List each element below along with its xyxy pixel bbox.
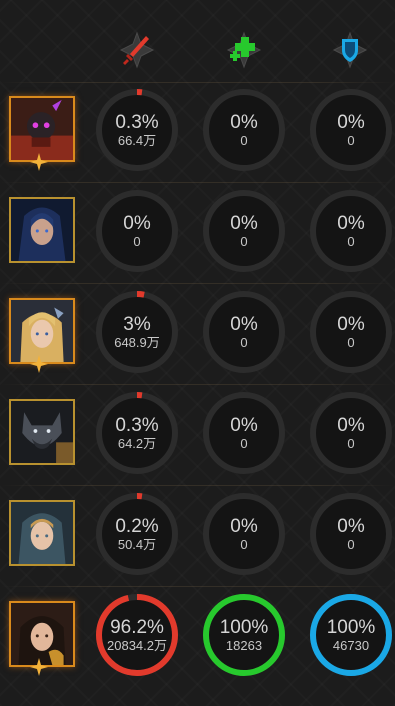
tank-percent: 0% (337, 516, 365, 537)
damage-ring: 0.3% 64.2万 (95, 391, 179, 475)
shield-icon (332, 31, 368, 69)
damage-ring: 96.2% 20834.2万 (95, 593, 179, 677)
damage-value: 20834.2万 (107, 638, 167, 653)
star-rank-icon (30, 153, 48, 171)
werewolf-portrait (11, 401, 73, 463)
damage-value: 64.2万 (117, 436, 157, 451)
tank-ring: 0% 0 (309, 189, 393, 273)
row-divider (0, 182, 395, 183)
heal-percent: 0% (230, 112, 258, 133)
tank-ring: 100% 46730 (309, 593, 393, 677)
heal-ring: 0% 0 (202, 189, 286, 273)
tank-value: 0 (347, 537, 355, 552)
heal-value: 0 (240, 436, 248, 451)
dark-haired-woman-portrait (11, 603, 73, 665)
hooded-woman-portrait (11, 199, 73, 261)
hooded-girl-portrait (11, 502, 73, 564)
tank-percent: 100% (326, 617, 376, 638)
tank-percent: 0% (337, 415, 365, 436)
hero-portrait[interactable] (9, 197, 75, 263)
heal-column-header[interactable] (224, 30, 264, 70)
heal-percent: 0% (230, 213, 258, 234)
row-divider (0, 283, 395, 284)
damage-ring: 3% 648.9万 (95, 290, 179, 374)
heal-value: 18263 (225, 638, 263, 653)
damage-value: 50.4万 (117, 537, 157, 552)
tank-value: 46730 (332, 638, 370, 653)
row-divider (0, 485, 395, 486)
row-divider (0, 384, 395, 385)
heal-value: 0 (240, 335, 248, 350)
damage-value: 648.9万 (114, 335, 160, 350)
heal-value: 0 (240, 234, 248, 249)
damage-value: 66.4万 (117, 133, 157, 148)
damage-percent: 0.3% (115, 112, 159, 133)
tank-ring: 0% 0 (309, 391, 393, 475)
heal-ring: 0% 0 (202, 391, 286, 475)
heal-ring: 0% 0 (202, 492, 286, 576)
tank-percent: 0% (337, 112, 365, 133)
dark-brute-portrait (11, 98, 73, 160)
sword-icon (119, 31, 155, 69)
tank-value: 0 (347, 133, 355, 148)
tank-value: 0 (347, 234, 355, 249)
tank-value: 0 (347, 335, 355, 350)
damage-percent: 3% (123, 314, 151, 335)
star-rank-icon (30, 355, 48, 373)
damage-column-header[interactable] (117, 30, 157, 70)
tank-ring: 0% 0 (309, 290, 393, 374)
heal-value: 0 (240, 133, 248, 148)
heal-ring: 0% 0 (202, 290, 286, 374)
heal-value: 0 (240, 537, 248, 552)
blonde-mage-portrait (11, 300, 73, 362)
battle-stats-panel: 0.3% 66.4万 0% 0 0% 0 0% 0 0% 0 0% 0 3% 6… (0, 0, 395, 706)
damage-ring: 0.3% 66.4万 (95, 88, 179, 172)
damage-ring: 0.2% 50.4万 (95, 492, 179, 576)
hero-portrait[interactable] (9, 399, 75, 465)
tank-ring: 0% 0 (309, 492, 393, 576)
tank-column-header[interactable] (330, 30, 370, 70)
heal-percent: 0% (230, 314, 258, 335)
damage-percent: 0% (123, 213, 151, 234)
damage-percent: 96.2% (110, 617, 164, 638)
tank-percent: 0% (337, 314, 365, 335)
heal-percent: 100% (219, 617, 269, 638)
heal-percent: 0% (230, 516, 258, 537)
heal-percent: 0% (230, 415, 258, 436)
heal-ring: 0% 0 (202, 88, 286, 172)
row-divider (0, 586, 395, 587)
star-rank-icon (30, 658, 48, 676)
heal-cross-icon (226, 31, 262, 69)
damage-value: 0 (133, 234, 141, 249)
heal-ring: 100% 18263 (202, 593, 286, 677)
row-divider (0, 82, 395, 83)
damage-percent: 0.2% (115, 516, 159, 537)
damage-percent: 0.3% (115, 415, 159, 436)
tank-ring: 0% 0 (309, 88, 393, 172)
tank-value: 0 (347, 436, 355, 451)
damage-ring: 0% 0 (95, 189, 179, 273)
tank-percent: 0% (337, 213, 365, 234)
hero-portrait[interactable] (9, 500, 75, 566)
